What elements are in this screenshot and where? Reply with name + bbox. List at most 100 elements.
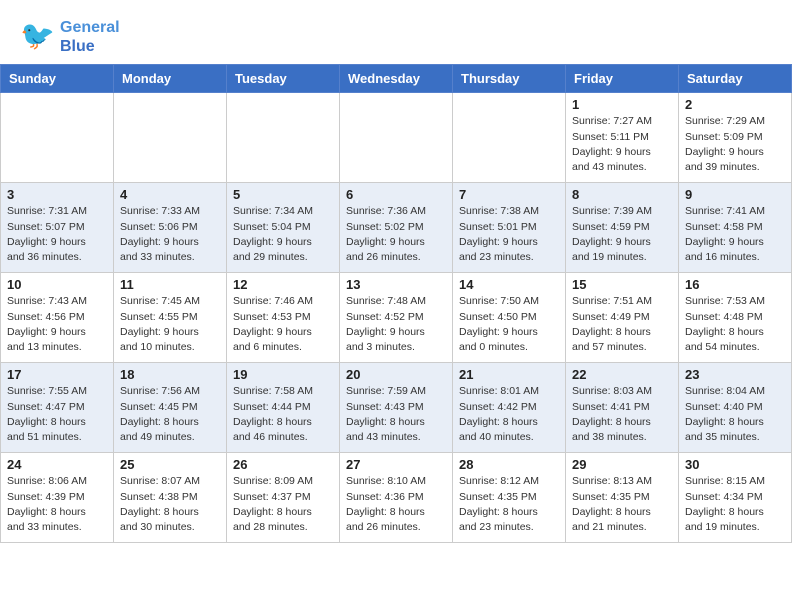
calendar-row: 3 Sunrise: 7:31 AM Sunset: 5:07 PM Daylig… [1,183,792,273]
day-number: 22 [572,367,672,382]
day-number: 15 [572,277,672,292]
day-info: Sunrise: 8:07 AM Sunset: 4:38 PM Dayligh… [120,474,220,535]
calendar-cell: 4 Sunrise: 7:33 AM Sunset: 5:06 PM Daylig… [114,183,227,273]
day-number: 6 [346,187,446,202]
day-info: Sunrise: 7:56 AM Sunset: 4:45 PM Dayligh… [120,384,220,445]
day-number: 25 [120,457,220,472]
calendar-cell: 16 Sunrise: 7:53 AM Sunset: 4:48 PM Dayli… [679,273,792,363]
day-number: 20 [346,367,446,382]
calendar-cell: 15 Sunrise: 7:51 AM Sunset: 4:49 PM Dayli… [566,273,679,363]
day-info: Sunrise: 8:13 AM Sunset: 4:35 PM Dayligh… [572,474,672,535]
day-number: 13 [346,277,446,292]
calendar-cell: 11 Sunrise: 7:45 AM Sunset: 4:55 PM Dayli… [114,273,227,363]
calendar-cell: 13 Sunrise: 7:48 AM Sunset: 4:52 PM Dayli… [340,273,453,363]
day-number: 3 [7,187,107,202]
day-info: Sunrise: 8:09 AM Sunset: 4:37 PM Dayligh… [233,474,333,535]
day-info: Sunrise: 8:15 AM Sunset: 4:34 PM Dayligh… [685,474,785,535]
logo-bird-icon: 🐦 [20,19,56,55]
day-info: Sunrise: 8:01 AM Sunset: 4:42 PM Dayligh… [459,384,559,445]
calendar-cell: 19 Sunrise: 7:58 AM Sunset: 4:44 PM Dayli… [227,363,340,453]
col-header-sunday: Sunday [1,65,114,93]
day-number: 9 [685,187,785,202]
col-header-saturday: Saturday [679,65,792,93]
day-number: 27 [346,457,446,472]
calendar-cell: 23 Sunrise: 8:04 AM Sunset: 4:40 PM Dayli… [679,363,792,453]
day-info: Sunrise: 7:27 AM Sunset: 5:11 PM Dayligh… [572,114,672,175]
day-info: Sunrise: 7:45 AM Sunset: 4:55 PM Dayligh… [120,294,220,355]
col-header-wednesday: Wednesday [340,65,453,93]
calendar-row: 10Sunrise: 7:43 AM Sunset: 4:56 PM Dayli… [1,273,792,363]
day-number: 16 [685,277,785,292]
calendar-row: 17Sunrise: 7:55 AM Sunset: 4:47 PM Dayli… [1,363,792,453]
day-info: Sunrise: 8:10 AM Sunset: 4:36 PM Dayligh… [346,474,446,535]
calendar-row: 1 Sunrise: 7:27 AM Sunset: 5:11 PM Daylig… [1,93,792,183]
day-info: Sunrise: 7:38 AM Sunset: 5:01 PM Dayligh… [459,204,559,265]
calendar-cell: 14 Sunrise: 7:50 AM Sunset: 4:50 PM Dayli… [453,273,566,363]
calendar-cell: 2 Sunrise: 7:29 AM Sunset: 5:09 PM Daylig… [679,93,792,183]
calendar-cell [114,93,227,183]
day-number: 23 [685,367,785,382]
day-number: 18 [120,367,220,382]
day-info: Sunrise: 7:34 AM Sunset: 5:04 PM Dayligh… [233,204,333,265]
day-number: 21 [459,367,559,382]
col-header-monday: Monday [114,65,227,93]
calendar-cell: 26 Sunrise: 8:09 AM Sunset: 4:37 PM Dayli… [227,453,340,543]
day-info: Sunrise: 7:31 AM Sunset: 5:07 PM Dayligh… [7,204,107,265]
calendar-cell: 7Sunrise: 7:38 AM Sunset: 5:01 PM Daylig… [453,183,566,273]
page-header: 🐦 General Blue [0,0,792,64]
calendar-cell: 18 Sunrise: 7:56 AM Sunset: 4:45 PM Dayli… [114,363,227,453]
day-number: 29 [572,457,672,472]
calendar-cell: 20 Sunrise: 7:59 AM Sunset: 4:43 PM Dayli… [340,363,453,453]
calendar-cell: 30 Sunrise: 8:15 AM Sunset: 4:34 PM Dayli… [679,453,792,543]
calendar-cell: 6 Sunrise: 7:36 AM Sunset: 5:02 PM Daylig… [340,183,453,273]
day-number: 1 [572,97,672,112]
day-number: 19 [233,367,333,382]
day-info: Sunrise: 7:58 AM Sunset: 4:44 PM Dayligh… [233,384,333,445]
day-number: 14 [459,277,559,292]
day-info: Sunrise: 7:51 AM Sunset: 4:49 PM Dayligh… [572,294,672,355]
calendar-cell: 5 Sunrise: 7:34 AM Sunset: 5:04 PM Daylig… [227,183,340,273]
calendar-cell [453,93,566,183]
day-number: 12 [233,277,333,292]
calendar-row: 24Sunrise: 8:06 AM Sunset: 4:39 PM Dayli… [1,453,792,543]
calendar-cell: 17Sunrise: 7:55 AM Sunset: 4:47 PM Dayli… [1,363,114,453]
calendar-cell: 21 Sunrise: 8:01 AM Sunset: 4:42 PM Dayli… [453,363,566,453]
day-info: Sunrise: 8:04 AM Sunset: 4:40 PM Dayligh… [685,384,785,445]
calendar-header: SundayMondayTuesdayWednesdayThursdayFrid… [1,65,792,93]
day-info: Sunrise: 7:48 AM Sunset: 4:52 PM Dayligh… [346,294,446,355]
day-info: Sunrise: 7:55 AM Sunset: 4:47 PM Dayligh… [7,384,107,445]
calendar-cell: 1 Sunrise: 7:27 AM Sunset: 5:11 PM Daylig… [566,93,679,183]
day-info: Sunrise: 7:50 AM Sunset: 4:50 PM Dayligh… [459,294,559,355]
day-info: Sunrise: 7:41 AM Sunset: 4:58 PM Dayligh… [685,204,785,265]
day-number: 24 [7,457,107,472]
day-number: 26 [233,457,333,472]
day-number: 2 [685,97,785,112]
calendar-cell: 29 Sunrise: 8:13 AM Sunset: 4:35 PM Dayli… [566,453,679,543]
calendar-cell: 8Sunrise: 7:39 AM Sunset: 4:59 PM Daylig… [566,183,679,273]
calendar-cell: 25 Sunrise: 8:07 AM Sunset: 4:38 PM Dayli… [114,453,227,543]
calendar-cell [227,93,340,183]
calendar-table: SundayMondayTuesdayWednesdayThursdayFrid… [0,64,792,543]
calendar-cell [1,93,114,183]
day-number: 30 [685,457,785,472]
calendar-cell [340,93,453,183]
day-number: 5 [233,187,333,202]
day-info: Sunrise: 7:59 AM Sunset: 4:43 PM Dayligh… [346,384,446,445]
day-number: 11 [120,277,220,292]
day-info: Sunrise: 7:53 AM Sunset: 4:48 PM Dayligh… [685,294,785,355]
calendar-cell: 3 Sunrise: 7:31 AM Sunset: 5:07 PM Daylig… [1,183,114,273]
calendar-cell: 10Sunrise: 7:43 AM Sunset: 4:56 PM Dayli… [1,273,114,363]
day-info: Sunrise: 7:36 AM Sunset: 5:02 PM Dayligh… [346,204,446,265]
day-info: Sunrise: 7:39 AM Sunset: 4:59 PM Dayligh… [572,204,672,265]
col-header-friday: Friday [566,65,679,93]
day-number: 4 [120,187,220,202]
day-info: Sunrise: 7:29 AM Sunset: 5:09 PM Dayligh… [685,114,785,175]
col-header-tuesday: Tuesday [227,65,340,93]
svg-text:🐦: 🐦 [20,20,55,51]
calendar-cell: 27 Sunrise: 8:10 AM Sunset: 4:36 PM Dayli… [340,453,453,543]
day-info: Sunrise: 8:03 AM Sunset: 4:41 PM Dayligh… [572,384,672,445]
logo-text: General Blue [60,18,120,56]
logo: 🐦 General Blue [20,18,120,56]
day-info: Sunrise: 7:33 AM Sunset: 5:06 PM Dayligh… [120,204,220,265]
day-info: Sunrise: 7:46 AM Sunset: 4:53 PM Dayligh… [233,294,333,355]
